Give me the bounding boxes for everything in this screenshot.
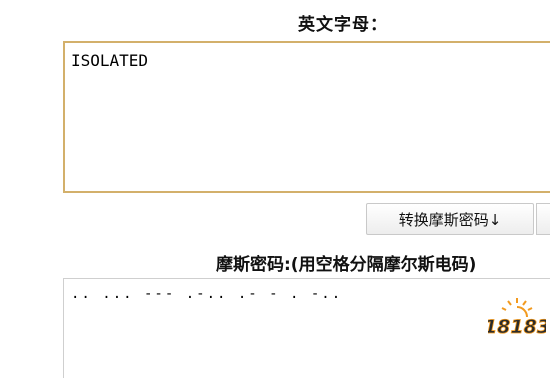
- watermark-text: 18183: [488, 316, 546, 338]
- secondary-button-edge[interactable]: [536, 203, 550, 235]
- morse-output-textarea[interactable]: .. ... --- .-.. .- - . -..: [63, 278, 550, 378]
- convert-morse-button[interactable]: 转换摩斯密码↓: [366, 203, 534, 235]
- morse-code-label: 摩斯密码:(用空格分隔摩尔斯电码): [216, 255, 477, 275]
- sun-rays-icon: [501, 298, 533, 318]
- site-logo-watermark: 18183: [488, 298, 546, 338]
- english-input-textarea[interactable]: ISOLATED: [63, 41, 550, 193]
- english-letters-label: 英文字母：: [298, 15, 388, 35]
